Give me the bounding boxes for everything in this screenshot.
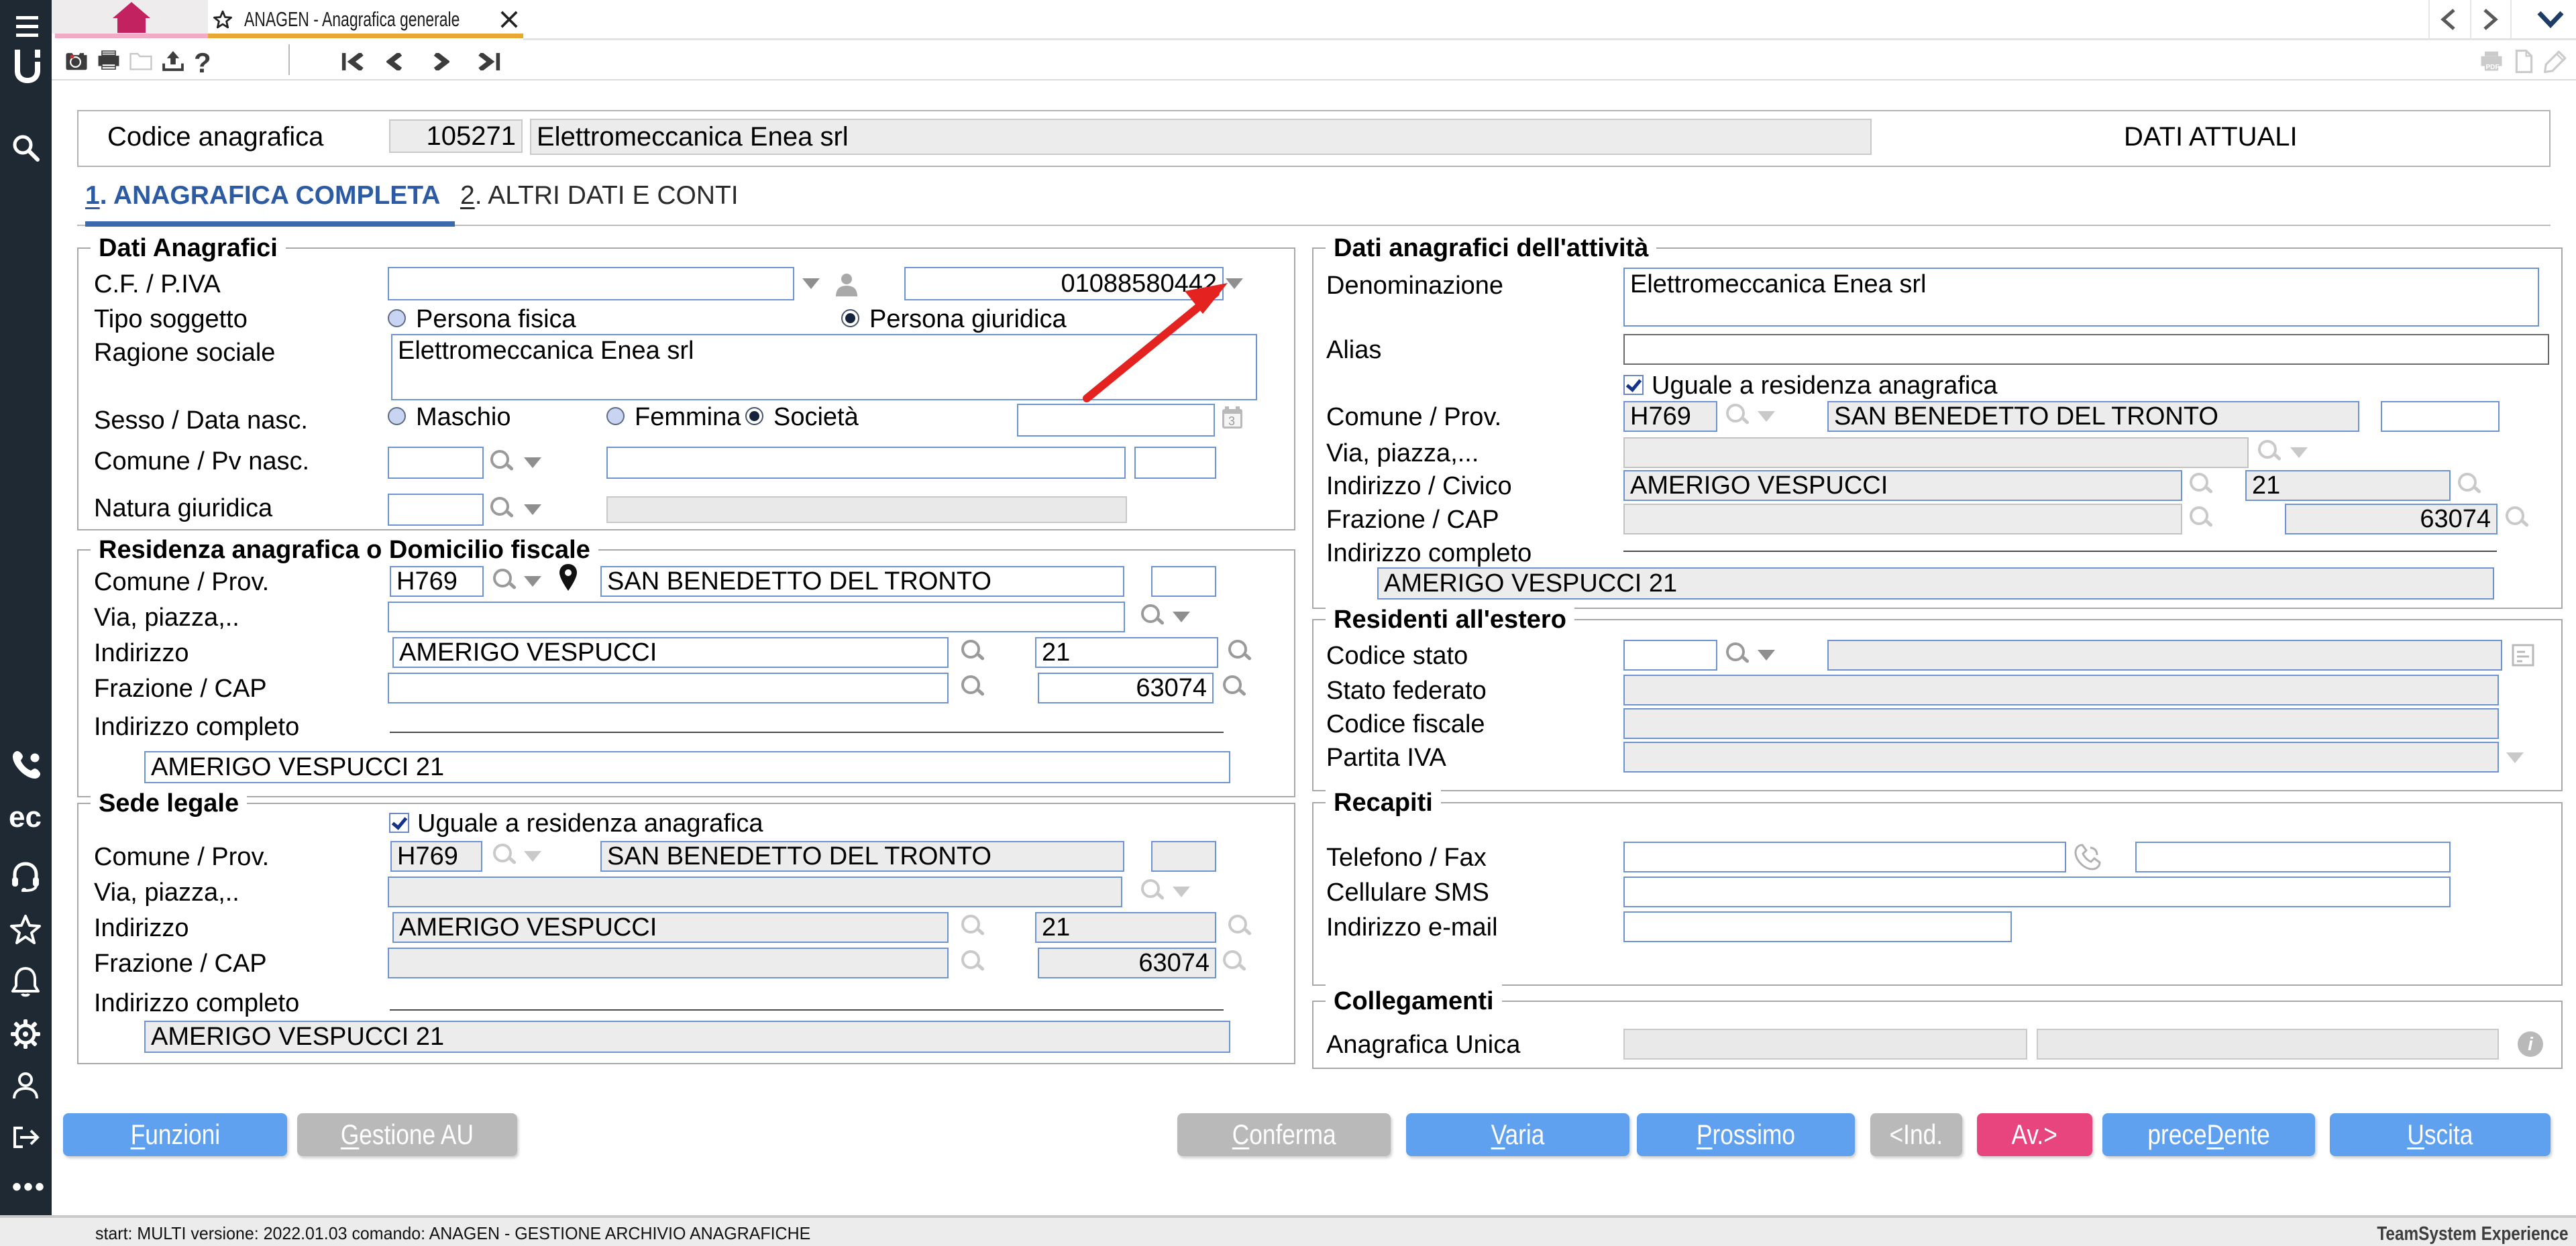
svg-text:3: 3 [1228, 414, 1235, 428]
svg-text:PDF: PDF [2485, 64, 2499, 71]
